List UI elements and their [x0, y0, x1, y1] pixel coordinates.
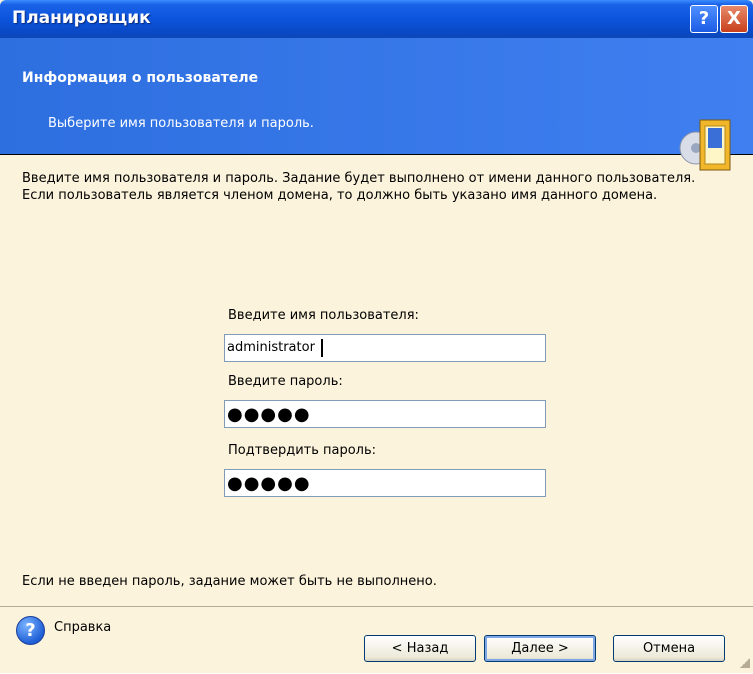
- password-note: Если не введен пароль, задание может быт…: [22, 574, 437, 589]
- confirm-password-label: Подтвердить пароль:: [228, 443, 377, 458]
- text-caret: [321, 339, 323, 357]
- password-label: Введите пароль:: [228, 374, 343, 389]
- password-value: ●●●●●: [227, 404, 311, 425]
- wizard-header: Информация о пользователе Выберите имя п…: [0, 38, 753, 171]
- header-subtitle: Выберите имя пользователя и пароль.: [48, 116, 314, 131]
- scheduler-wizard-icon: [679, 119, 731, 171]
- confirm-password-field[interactable]: ●●●●●: [224, 469, 546, 497]
- help-icon[interactable]: ?: [16, 616, 45, 645]
- title-bar[interactable]: Планировщик ? X: [0, 0, 753, 38]
- help-link[interactable]: Справка: [54, 620, 111, 635]
- resize-grip[interactable]: [740, 658, 750, 668]
- scheduler-wizard-window: Планировщик ? X Информация о пользовател…: [0, 0, 753, 673]
- window-title: Планировщик: [12, 8, 151, 28]
- cancel-button[interactable]: Отмена: [613, 635, 725, 662]
- header-title: Информация о пользователе: [22, 70, 259, 86]
- next-button[interactable]: Далее >: [484, 635, 596, 662]
- help-title-button[interactable]: ?: [690, 5, 718, 33]
- close-button[interactable]: X: [720, 5, 748, 33]
- confirm-password-value: ●●●●●: [227, 473, 311, 494]
- username-field[interactable]: administrator: [224, 334, 546, 362]
- intro-text: Введите имя пользователя и пароль. Задан…: [22, 171, 696, 203]
- username-label: Введите имя пользователя:: [228, 308, 419, 323]
- back-button[interactable]: < Назад: [364, 635, 476, 662]
- username-value: administrator: [227, 340, 315, 355]
- password-field[interactable]: ●●●●●: [224, 400, 546, 428]
